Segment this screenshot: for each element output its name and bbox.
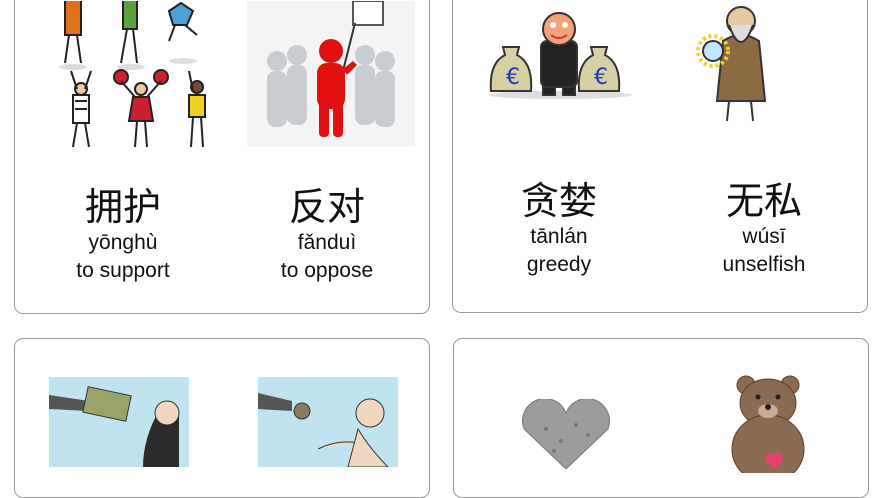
hand-giving-money-cartoon — [49, 377, 189, 467]
vocab-card-support-oppose: 拥护 yōnghù to support 反对 fǎnduì to oppose — [14, 0, 430, 314]
english-text: to support — [76, 259, 170, 282]
red-protester-figure-illustration — [247, 1, 415, 147]
vocab-card-heart-images — [453, 338, 869, 498]
hanzi-text: 无私 — [725, 179, 802, 223]
hand-giving-coin-cartoon — [258, 377, 398, 467]
hanzi-text: 反对 — [288, 185, 365, 229]
pinyin-text: fǎnduì — [297, 231, 357, 254]
english-text: to oppose — [280, 259, 374, 282]
english-text: greedy — [526, 253, 592, 276]
man-with-money-bags-illustration: € € — [488, 12, 632, 99]
old-sage-with-crystal-ball-illustration — [696, 6, 767, 122]
bear-holding-heart-illustration — [731, 375, 805, 473]
pinyin-text: tānlán — [530, 225, 588, 248]
vocab-item: 拥护 yōnghù to support — [33, 185, 213, 285]
vocab-item: 贪婪 tānlán greedy — [469, 179, 649, 279]
euro-symbol: € — [506, 65, 520, 90]
english-text: unselfish — [722, 253, 806, 276]
euro-symbol: € — [594, 65, 608, 90]
hanzi-text: 贪婪 — [520, 179, 597, 223]
hanzi-text: 拥护 — [84, 185, 161, 229]
stone-heart-illustration — [522, 399, 610, 469]
pinyin-text: wúsī — [742, 225, 786, 248]
pinyin-text: yōnghù — [88, 231, 158, 254]
vocab-card-bribery-images — [14, 338, 430, 498]
cheering-crowd-illustration — [59, 1, 206, 147]
vocab-card-greedy-unselfish: € € 贪婪 tānlán greedy 无私 wúsī unselfish — [452, 0, 868, 313]
vocab-item: 无私 wúsī unselfish — [674, 179, 854, 279]
vocab-item: 反对 fǎnduì to oppose — [237, 185, 417, 285]
